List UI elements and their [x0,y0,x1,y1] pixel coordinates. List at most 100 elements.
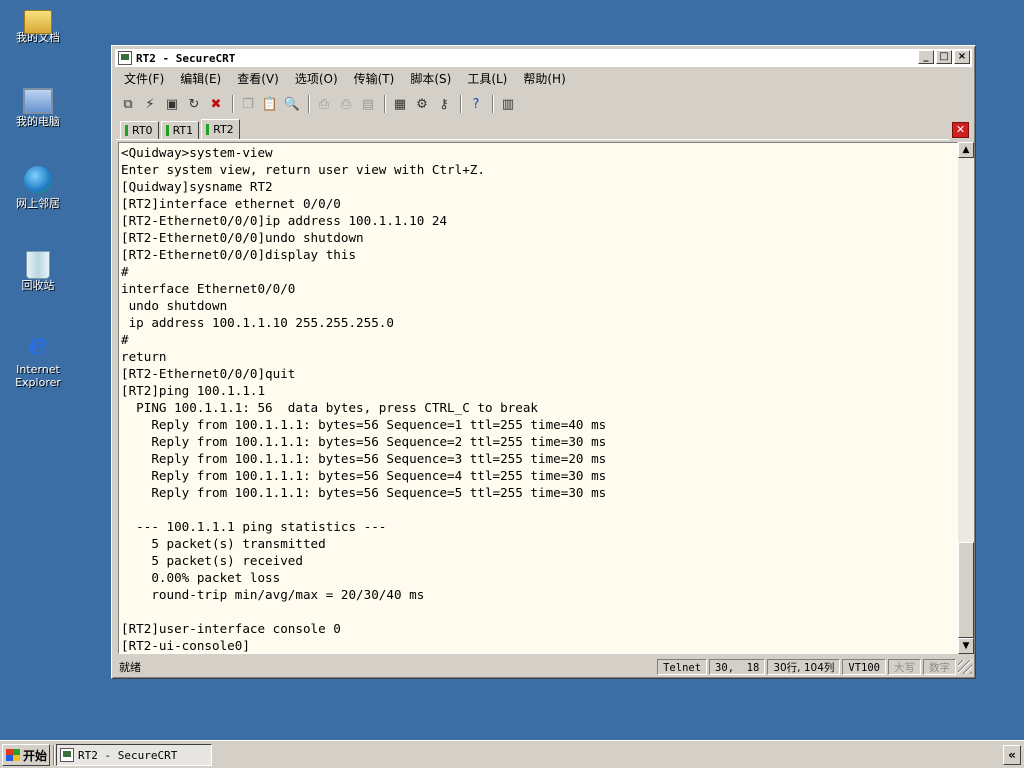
terminal-line: PING 100.1.1.1: 56 data bytes, press CTR… [121,400,539,415]
menu-bar: 文件(F) 编辑(E) 查看(V) 选项(O) 传输(T) 脚本(S) 工具(L… [116,69,574,89]
tray-expand-button[interactable]: « [1003,745,1021,765]
menu-options[interactable]: 选项(O) [287,69,346,89]
toolbar-separator [460,95,462,113]
scroll-down-button[interactable]: ▼ [958,638,974,654]
terminal-line: undo shutdown [121,298,228,313]
connected-indicator-icon [206,124,210,135]
menu-tools[interactable]: 工具(L) [459,69,515,89]
desktop-icon-recycle-bin[interactable]: 回收站 [4,248,72,292]
status-ready: 就绪 [119,661,141,674]
desktop-icon-network-places[interactable]: 网上邻居 [4,166,72,210]
connect-tab-icon[interactable]: ▣ [162,94,182,114]
copy-icon[interactable]: ❐ [238,94,258,114]
terminal-line: [RT2-Ethernet0/0/0]quit [121,366,296,381]
menu-file[interactable]: 文件(F) [116,69,172,89]
desktop-icon-label: 回收站 [21,279,55,292]
menu-help[interactable]: 帮助(H) [515,69,573,89]
terminal-line: # [121,332,129,347]
terminal-line: Reply from 100.1.1.1: bytes=56 Sequence=… [121,434,607,449]
terminal-line: 0.00% packet loss [121,570,281,585]
terminal-line: round-trip min/avg/max = 20/30/40 ms [121,587,425,602]
terminal-line: [Quidway]sysname RT2 [121,179,273,194]
title-bar[interactable]: RT2 - SecureCRT _ □ × [115,49,972,67]
tab-label: RT0 [132,123,153,137]
desktop-icon-label: 我的电脑 [16,115,60,128]
desktop-icon-label: Internet Explorer [15,363,61,389]
terminal-line: # [121,264,129,279]
status-emulation: VT100 [842,659,886,675]
terminal-line: interface Ethernet0/0/0 [121,281,296,296]
terminal-line: Reply from 100.1.1.1: bytes=56 Sequence=… [121,485,607,500]
status-caps-lock: 大写 [888,659,921,675]
terminal-line: [RT2-Ethernet0/0/0]ip address 100.1.1.10… [121,213,448,228]
terminal-screen[interactable]: <Quidway>system-view Enter system view, r… [118,142,958,654]
map-icon[interactable]: ▥ [498,94,518,114]
terminal-output: <Quidway>system-view Enter system view, r… [121,144,607,653]
minimize-button[interactable]: _ [918,50,934,64]
tab-label: RT2 [213,122,234,136]
tab-rt2[interactable]: RT2 [201,119,240,140]
start-button[interactable]: 开始 [2,744,50,766]
disconnect-icon[interactable]: ✖ [206,94,226,114]
menu-transfer[interactable]: 传输(T) [346,69,403,89]
desktop-icon-my-documents[interactable]: 我的文档 [4,4,72,44]
status-protocol: Telnet [657,659,708,675]
menu-view[interactable]: 查看(V) [229,69,287,89]
vertical-scrollbar[interactable]: ▲ ▼ [958,142,974,654]
terminal-line: Reply from 100.1.1.1: bytes=56 Sequence=… [121,417,607,432]
desktop-icon-internet-explorer[interactable]: e Internet Explorer [4,327,72,390]
close-button[interactable]: × [954,50,970,64]
terminal-line: [RT2-ui-console0] [121,638,250,653]
status-num-lock: 数字 [923,659,956,675]
print-selection-icon[interactable]: ⎙ [336,94,356,114]
terminal-line: 5 packet(s) received [121,553,303,568]
tab-rt0[interactable]: RT0 [120,121,159,140]
help-icon[interactable]: ? [466,94,486,114]
tab-rt1[interactable]: RT1 [160,121,200,140]
print-setup-icon[interactable]: ▤ [358,94,378,114]
session-options-icon[interactable]: ▦ [390,94,410,114]
connected-indicator-icon [165,125,169,136]
print-icon[interactable]: ⎙ [314,94,334,114]
status-cursor-position: 30, 18 [709,659,766,675]
key-icon[interactable]: ⚷ [434,94,454,114]
desktop-icon-label: 网上邻居 [16,197,60,210]
paste-icon[interactable]: 📋 [260,94,280,114]
menu-script[interactable]: 脚本(S) [402,69,459,89]
internet-explorer-icon: e [28,327,48,362]
terminal-line: Reply from 100.1.1.1: bytes=56 Sequence=… [121,468,607,483]
scroll-up-button[interactable]: ▲ [958,142,974,158]
terminal-line: [RT2]user-interface console 0 [121,621,341,636]
global-options-icon[interactable]: ⚙ [412,94,432,114]
terminal-line: return [121,349,167,364]
taskbar-item-securecrt[interactable]: RT2 - SecureCRT [56,744,212,766]
resize-grip-icon[interactable] [958,660,972,674]
reconnect-icon[interactable]: ↻ [184,94,204,114]
desktop-icon-my-computer[interactable]: 我的电脑 [4,86,72,128]
network-globe-icon [24,166,52,194]
connected-indicator-icon [125,125,128,136]
tab-divider [116,139,949,140]
computer-icon [23,88,53,114]
taskbar: 开始 RT2 - SecureCRT « [0,740,1024,768]
terminal-line: --- 100.1.1.1 ping statistics --- [121,519,387,534]
connect-icon[interactable]: ⧉ [118,94,138,114]
terminal-line: <Quidway>system-view [121,145,273,160]
terminal-line: [RT2-Ethernet0/0/0]undo shutdown [121,230,364,245]
folder-icon [24,10,52,34]
menu-edit[interactable]: 编辑(E) [172,69,229,89]
maximize-button[interactable]: □ [936,50,952,64]
toolbar: ⧉ ⚡ ▣ ↻ ✖ ❐ 📋 🔍 ⎙ ⎙ ▤ ▦ ⚙ ⚷ ? ▥ [118,92,520,116]
terminal-line: ip address 100.1.1.10 255.255.255.0 [121,315,394,330]
quick-connect-icon[interactable]: ⚡ [140,94,160,114]
toolbar-separator [492,95,494,113]
find-icon[interactable]: 🔍 [282,94,302,114]
app-icon[interactable] [118,51,132,65]
scroll-thumb[interactable] [958,542,974,638]
windows-logo-icon [6,749,20,761]
close-tab-icon[interactable]: ✕ [952,122,969,138]
toolbar-separator [308,95,310,113]
start-label: 开始 [23,748,48,763]
